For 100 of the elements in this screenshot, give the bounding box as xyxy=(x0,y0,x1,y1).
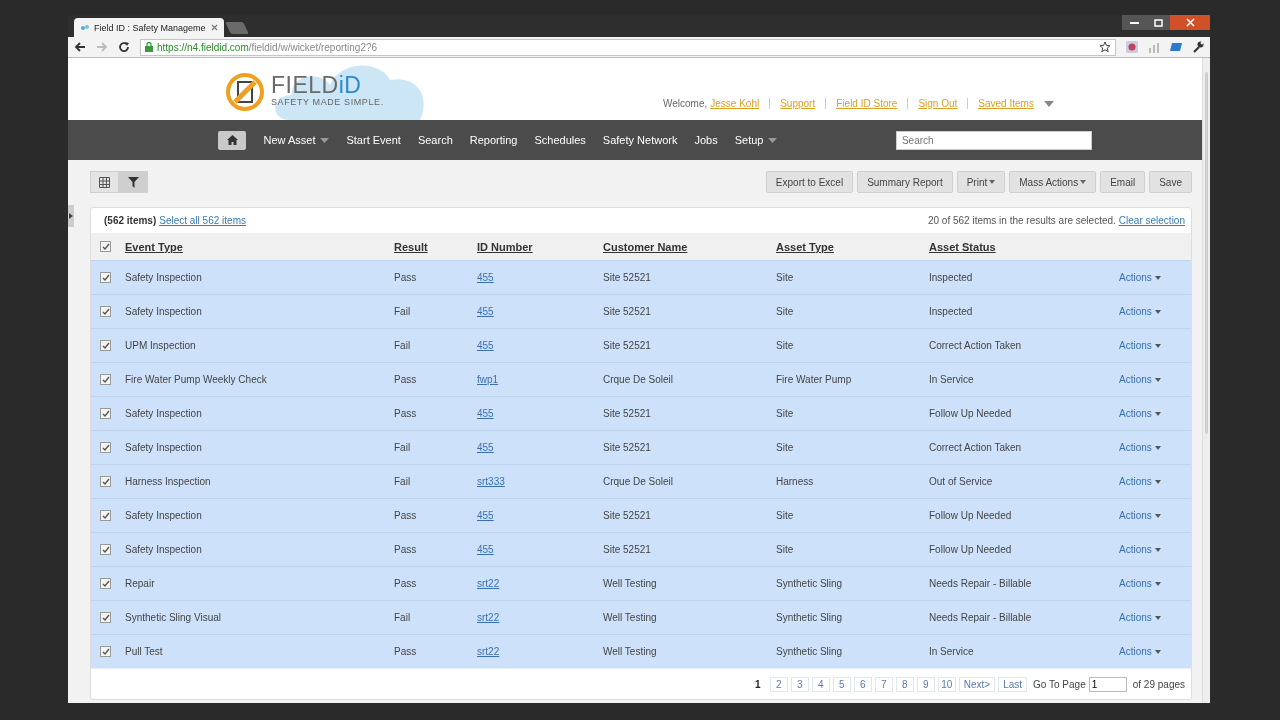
header-link[interactable]: Sign Out xyxy=(907,98,968,109)
toolbar-button[interactable]: Print xyxy=(956,171,1006,193)
page-link[interactable]: 6 xyxy=(853,676,872,692)
table-row[interactable]: Safety Inspection Pass 455 Site 52521 Site Follow Up Needed Actions xyxy=(91,396,1191,430)
nav-item[interactable]: Setup xyxy=(726,134,786,146)
row-checkbox[interactable] xyxy=(100,578,111,589)
id-link[interactable]: 455 xyxy=(477,442,494,453)
nav-item[interactable]: Schedules xyxy=(525,134,595,146)
table-row[interactable]: Safety Inspection Fail 455 Site 52521 Site Inspected Actions xyxy=(91,294,1191,328)
select-all-checkbox[interactable] xyxy=(100,241,111,252)
close-icon[interactable] xyxy=(211,24,218,31)
page-link[interactable]: 1 xyxy=(748,676,767,692)
toolbar-button[interactable]: Mass Actions xyxy=(1009,171,1097,193)
id-link[interactable]: srt333 xyxy=(477,476,505,487)
reload-icon[interactable] xyxy=(118,41,130,53)
star-icon[interactable] xyxy=(1099,41,1111,53)
select-all-link[interactable]: Select all 562 items xyxy=(159,215,246,226)
actions-menu[interactable]: Actions xyxy=(1119,544,1161,555)
search-field[interactable]: Search xyxy=(895,130,1092,150)
side-panel-handle[interactable] xyxy=(68,205,74,227)
id-link[interactable]: 455 xyxy=(477,544,494,555)
column-header[interactable]: Event Type xyxy=(125,240,394,253)
row-checkbox[interactable] xyxy=(100,442,111,453)
next-page-link[interactable]: Next> xyxy=(958,676,996,692)
row-checkbox[interactable] xyxy=(100,374,111,385)
header-link[interactable]: Field ID Store xyxy=(825,98,908,109)
page-link[interactable]: 4 xyxy=(811,676,830,692)
row-checkbox[interactable] xyxy=(100,408,111,419)
extension-icon[interactable] xyxy=(1170,41,1182,53)
table-row[interactable]: Safety Inspection Pass 455 Site 52521 Site Inspected Actions xyxy=(91,260,1191,294)
toolbar-button[interactable]: Export to Excel xyxy=(765,171,854,193)
table-row[interactable]: Repair Pass srt22 Well Testing Synthetic Sling Needs Repair - Billable Actions xyxy=(91,566,1191,600)
browser-tab[interactable]: Field ID : Safety Manageme xyxy=(74,18,224,37)
column-header[interactable]: Result xyxy=(394,240,477,253)
filter-button[interactable] xyxy=(119,171,148,193)
id-link[interactable]: srt22 xyxy=(477,578,500,589)
page-link[interactable]: 7 xyxy=(874,676,893,692)
nav-item[interactable]: Jobs xyxy=(685,134,727,146)
actions-menu[interactable]: Actions xyxy=(1119,340,1161,351)
id-link[interactable]: fwp1 xyxy=(477,374,499,385)
toolbar-button[interactable]: Email xyxy=(1100,171,1146,193)
actions-menu[interactable]: Actions xyxy=(1119,476,1161,487)
extension-icon[interactable] xyxy=(1126,41,1138,53)
nav-item[interactable]: New Asset xyxy=(255,134,338,146)
header-link[interactable]: Jesse Kohl xyxy=(710,98,770,109)
caret-icon[interactable] xyxy=(1043,100,1054,107)
header-link[interactable]: Support xyxy=(769,98,826,109)
actions-menu[interactable]: Actions xyxy=(1119,612,1161,623)
grid-view-button[interactable] xyxy=(90,171,119,193)
table-row[interactable]: Safety Inspection Pass 455 Site 52521 Site Follow Up Needed Actions xyxy=(91,498,1191,532)
page-link[interactable]: 9 xyxy=(916,676,935,692)
row-checkbox[interactable] xyxy=(100,510,111,521)
column-header[interactable]: ID Number xyxy=(477,240,603,253)
wrench-icon[interactable] xyxy=(1192,41,1204,53)
table-row[interactable]: Pull Test Pass srt22 Well Testing Synthetic Sling In Service Actions xyxy=(91,634,1191,668)
actions-menu[interactable]: Actions xyxy=(1119,578,1161,589)
actions-menu[interactable]: Actions xyxy=(1119,442,1161,453)
id-link[interactable]: 455 xyxy=(477,306,494,317)
maximize-button[interactable] xyxy=(1146,15,1170,30)
row-checkbox[interactable] xyxy=(100,340,111,351)
minimize-button[interactable] xyxy=(1122,15,1146,30)
column-header[interactable]: Asset Status xyxy=(929,240,1119,253)
id-link[interactable]: 455 xyxy=(477,510,494,521)
actions-menu[interactable]: Actions xyxy=(1119,510,1161,521)
toolbar-button[interactable]: Save xyxy=(1149,171,1192,193)
table-row[interactable]: Fire Water Pump Weekly Check Pass fwp1 Crque De Soleil Fire Water Pump In Service Actions xyxy=(91,362,1191,396)
column-header[interactable]: Asset Type xyxy=(776,240,929,253)
page-link[interactable]: 2 xyxy=(769,676,788,692)
row-checkbox[interactable] xyxy=(100,306,111,317)
id-link[interactable]: 455 xyxy=(477,340,494,351)
row-checkbox[interactable] xyxy=(100,612,111,623)
page-link[interactable]: 8 xyxy=(895,676,914,692)
nav-item[interactable]: Safety Network xyxy=(594,134,686,146)
header-link[interactable]: Saved Items xyxy=(967,98,1044,109)
page-link[interactable]: 5 xyxy=(832,676,851,692)
new-tab-button[interactable] xyxy=(225,22,249,34)
nav-item[interactable]: Reporting xyxy=(461,134,526,146)
id-link[interactable]: srt22 xyxy=(477,646,500,657)
id-link[interactable]: 455 xyxy=(477,408,494,419)
actions-menu[interactable]: Actions xyxy=(1119,272,1161,283)
row-checkbox[interactable] xyxy=(100,646,111,657)
table-row[interactable]: Synthetic Sling Visual Fail srt22 Well Testing Synthetic Sling Needs Repair - Billable Actions xyxy=(91,600,1191,634)
actions-menu[interactable]: Actions xyxy=(1119,408,1161,419)
page-link[interactable]: 10 xyxy=(937,676,956,692)
actions-menu[interactable]: Actions xyxy=(1119,374,1161,385)
column-header[interactable]: Customer Name xyxy=(603,240,776,253)
back-icon[interactable] xyxy=(74,41,86,53)
actions-menu[interactable]: Actions xyxy=(1119,646,1161,657)
clear-selection-link[interactable]: Clear selection xyxy=(1118,215,1185,226)
table-row[interactable]: Safety Inspection Fail 455 Site 52521 Site Correct Action Taken Actions xyxy=(91,430,1191,464)
id-link[interactable]: 455 xyxy=(477,272,494,283)
actions-menu[interactable]: Actions xyxy=(1119,306,1161,317)
nav-item[interactable]: Search xyxy=(409,134,462,146)
scrollbar[interactable] xyxy=(1202,58,1210,703)
row-checkbox[interactable] xyxy=(100,476,111,487)
home-button[interactable] xyxy=(218,130,246,150)
page-link[interactable]: 3 xyxy=(790,676,809,692)
id-link[interactable]: srt22 xyxy=(477,612,500,623)
close-button[interactable] xyxy=(1170,15,1210,30)
address-field[interactable]: https://n4.fieldid.com/fieldid/w/wicket/reporting2?6 xyxy=(140,38,1116,56)
